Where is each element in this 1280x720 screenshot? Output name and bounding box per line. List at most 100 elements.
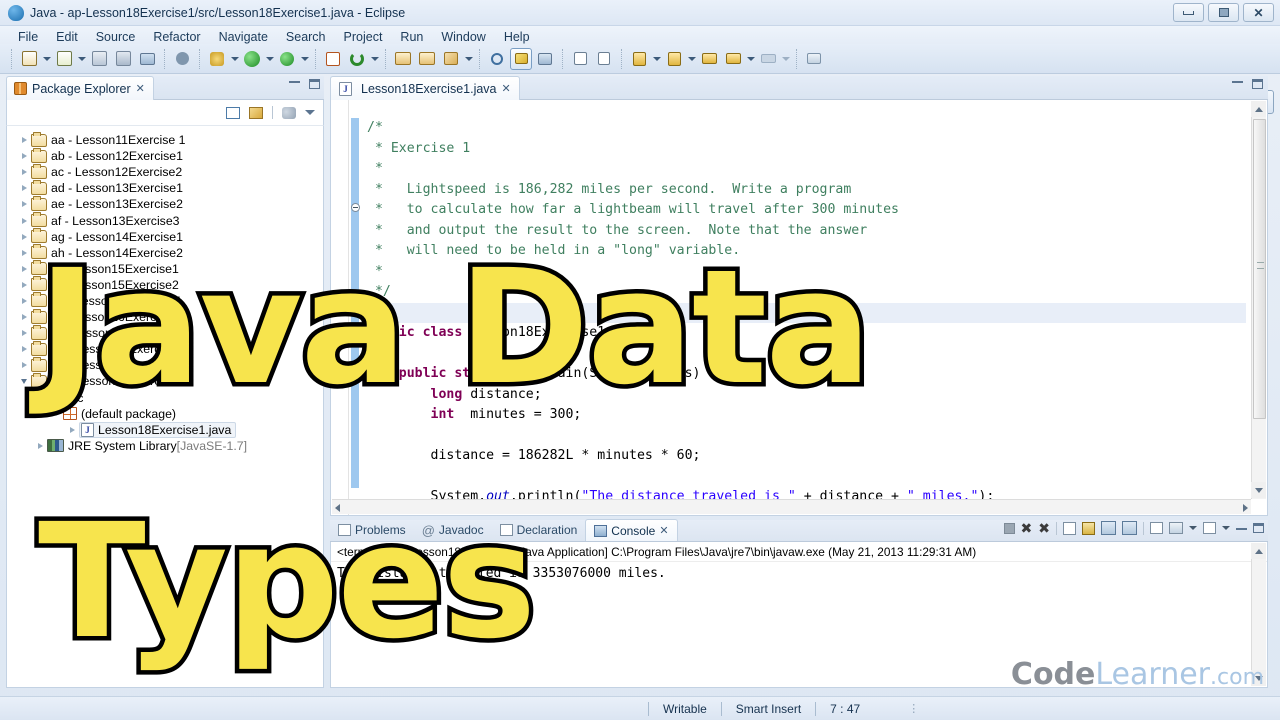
tree-item-content[interactable]: aj - Lesson15Exercise2 [31, 276, 179, 292]
scroll-up-button[interactable] [1251, 101, 1266, 117]
new-console-view-icon[interactable] [1203, 522, 1216, 534]
tree-item[interactable]: ak - Lesson16Exercise1 [7, 292, 323, 309]
format-icon[interactable] [593, 48, 615, 70]
tree-expand-closed-icon[interactable] [17, 201, 31, 208]
clear-console-icon[interactable] [1063, 521, 1076, 535]
tree-expand-open-icon[interactable] [49, 411, 63, 417]
refresh-icon[interactable] [346, 48, 368, 70]
tree-item-content[interactable]: an - Lesson17Exercise2 [31, 340, 183, 356]
run-dropdown-icon[interactable] [264, 48, 275, 70]
open-type-icon[interactable] [392, 48, 414, 70]
tab-declaration[interactable]: Declaration [492, 519, 586, 541]
new-java-project-icon[interactable] [53, 48, 75, 70]
tree-expand-open-icon[interactable] [17, 378, 31, 384]
search-icon[interactable] [486, 48, 508, 70]
tree-item[interactable]: src [7, 390, 323, 406]
scrollbar-thumb[interactable] [1253, 119, 1266, 419]
terminate-icon[interactable] [1003, 522, 1015, 534]
new-wizard-icon[interactable] [18, 48, 40, 70]
new-wizard-dropdown-icon[interactable] [41, 48, 52, 70]
view-menu-icon[interactable] [305, 110, 315, 115]
chevron-right-icon[interactable] [1243, 504, 1248, 512]
restore-icon[interactable] [803, 48, 825, 70]
run-icon[interactable] [241, 48, 263, 70]
package-explorer-tree[interactable]: aa - Lesson11Exercise 1 ab - Lesson12Exer… [6, 126, 324, 688]
tab-lesson18exercise1-java[interactable]: J Lesson18Exercise1.java ✕ [330, 76, 520, 100]
tree-expand-closed-icon[interactable] [65, 426, 79, 433]
tree-item-content[interactable]: ae - Lesson13Exercise2 [31, 195, 183, 211]
open-console-icon[interactable] [1150, 522, 1163, 534]
print-icon[interactable] [136, 48, 158, 70]
tree-expand-closed-icon[interactable] [17, 217, 31, 224]
maximize-icon[interactable] [1253, 523, 1264, 533]
minimize-icon[interactable] [1232, 79, 1243, 83]
tree-item[interactable]: aj - Lesson15Exercise2 [7, 276, 323, 293]
maximize-icon[interactable] [309, 79, 320, 89]
back-icon[interactable] [698, 48, 720, 70]
new-console-view-dropdown-icon[interactable] [1222, 526, 1230, 530]
run-external-dropdown-icon[interactable] [299, 48, 310, 70]
tree-item-content[interactable]: aa - Lesson11Exercise 1 [31, 131, 185, 147]
view-menu-filters-icon[interactable] [282, 106, 296, 119]
editor-horizontal-scrollbar[interactable] [332, 499, 1251, 514]
previous-annotation-icon[interactable] [628, 48, 650, 70]
tree-item-content[interactable]: ab - Lesson12Exercise1 [31, 147, 183, 163]
link-with-editor-icon[interactable] [249, 106, 263, 119]
tree-expand-closed-icon[interactable] [17, 137, 31, 144]
tree-item[interactable]: ai - Lesson15Exercise1 [7, 260, 323, 277]
tree-item[interactable]: ao - Lesson17Exercise3 [7, 356, 323, 373]
display-selected-console-dropdown-icon[interactable] [1189, 526, 1197, 530]
fold-collapse-icon[interactable] [351, 203, 360, 212]
tree-expand-closed-icon[interactable] [17, 185, 31, 192]
tree-item[interactable]: af - Lesson13Exercise3 [7, 212, 323, 228]
open-task-icon[interactable] [416, 48, 438, 70]
save-icon[interactable] [88, 48, 110, 70]
forward-icon[interactable] [757, 48, 779, 70]
tree-item-content[interactable]: J Lesson18Exercise1.java [79, 421, 237, 438]
refresh-dropdown-icon[interactable] [369, 48, 380, 70]
skip-breakpoints-icon[interactable] [534, 48, 556, 70]
editor-body[interactable]: /* * Exercise 1 * * Lightspeed is 186,28… [330, 100, 1268, 516]
back-dropdown-icon[interactable] [745, 48, 756, 70]
scroll-down-button[interactable] [1251, 482, 1266, 498]
tree-expand-closed-icon[interactable] [17, 249, 31, 256]
tree-expand-closed-icon[interactable] [17, 330, 31, 337]
close-button[interactable]: ✕ [1243, 3, 1274, 22]
remove-launch-icon[interactable]: ✖ [1021, 521, 1033, 535]
show-console-on-output-icon[interactable] [1101, 521, 1116, 535]
new-java-project-dropdown-icon[interactable] [76, 48, 87, 70]
tree-item-content[interactable]: ag - Lesson14Exercise1 [31, 228, 183, 244]
tree-item-content[interactable]: ao - Lesson17Exercise3 [31, 356, 183, 372]
tree-item[interactable]: JRE System Library [JavaSE-1.7] [7, 438, 323, 454]
tree-item[interactable]: ah - Lesson14Exercise2 [7, 244, 323, 261]
tree-item-content[interactable]: ak - Lesson16Exercise1 [31, 292, 182, 308]
tree-item-content[interactable]: af - Lesson13Exercise3 [31, 212, 180, 228]
editor-annotation-ruler[interactable] [331, 100, 349, 515]
tree-item[interactable]: ag - Lesson14Exercise1 [7, 228, 323, 245]
tree-expand-closed-icon[interactable] [17, 346, 31, 353]
debug-dropdown-icon[interactable] [229, 48, 240, 70]
tree-item-content[interactable]: (default package) [63, 407, 176, 421]
tree-item[interactable]: ab - Lesson12Exercise1 [7, 147, 323, 164]
outline-icon[interactable] [569, 48, 591, 70]
console-scroll-up-button[interactable] [1251, 543, 1266, 559]
minimize-icon[interactable] [1236, 526, 1247, 530]
tree-expand-closed-icon[interactable] [33, 442, 47, 449]
tab-package-explorer[interactable]: Package Explorer ✕ [6, 76, 154, 100]
tree-expand-closed-icon[interactable] [17, 281, 31, 288]
debug-icon[interactable] [206, 48, 228, 70]
new-java-package-icon[interactable] [322, 48, 344, 70]
tree-item-content[interactable]: ai - Lesson15Exercise1 [31, 260, 179, 276]
collapse-all-icon[interactable] [226, 106, 240, 119]
remove-all-launches-icon[interactable]: ✖ [1038, 521, 1050, 535]
close-icon[interactable]: ✕ [659, 524, 668, 537]
previous-annotation-dropdown-icon[interactable] [651, 48, 662, 70]
next-annotation-icon[interactable] [663, 48, 685, 70]
editor-code[interactable]: /* * Exercise 1 * * Lightspeed is 186,28… [367, 118, 1247, 515]
tree-expand-closed-icon[interactable] [17, 233, 31, 240]
editor-vertical-scrollbar[interactable] [1251, 101, 1266, 499]
tree-item[interactable]: ad - Lesson13Exercise1 [7, 179, 323, 196]
pin-console-icon[interactable] [1122, 521, 1137, 535]
tree-item-content[interactable]: JRE System Library [JavaSE-1.7] [47, 439, 247, 453]
maximize-icon[interactable] [1252, 79, 1263, 89]
